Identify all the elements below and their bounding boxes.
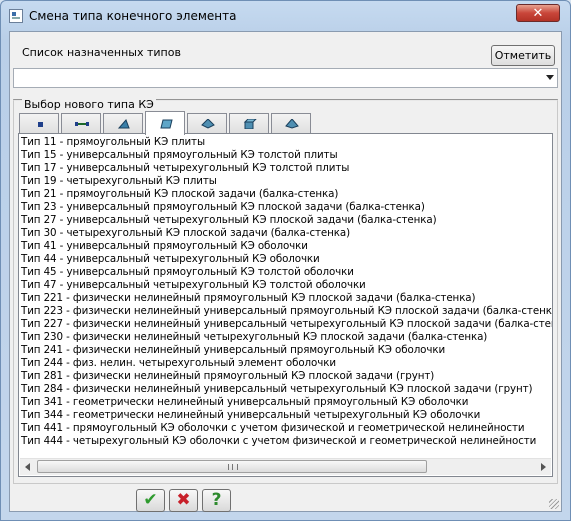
list-item[interactable]: Тип 30 - четырехугольный КЭ плоской зада… xyxy=(21,227,549,240)
grip-icon xyxy=(228,464,238,470)
tab-bar[interactable] xyxy=(61,113,101,133)
list-item[interactable]: Тип 41 - универсальный прямоугольный КЭ … xyxy=(21,240,549,253)
new-type-group-label: Выбор нового типа КЭ xyxy=(22,98,156,111)
scroll-right-icon[interactable] xyxy=(535,459,551,475)
list-item[interactable]: Тип 44 - универсальный четырехугольный К… xyxy=(21,253,549,266)
help-button[interactable]: ? xyxy=(202,489,231,512)
help-icon: ? xyxy=(211,490,222,510)
list-item[interactable]: Тип 284 - физически нелинейный универсал… xyxy=(21,383,549,396)
horizontal-scrollbar[interactable] xyxy=(20,458,551,475)
pyramid-solid-icon xyxy=(201,119,215,129)
list-item[interactable]: Тип 23 - универсальный прямоугольный КЭ … xyxy=(21,201,549,214)
tab-tetrahedron[interactable] xyxy=(271,113,311,133)
tab-node[interactable] xyxy=(19,113,59,133)
checkmark-icon: ✔ xyxy=(143,490,158,510)
scrollbar-thumb[interactable] xyxy=(37,460,427,473)
list-item[interactable]: Тип 244 - физ. нелин. четырехугольный эл… xyxy=(21,357,549,370)
element-types-listbox[interactable]: Тип 11 - прямоугольный КЭ плиты Тип 15 - … xyxy=(18,133,553,477)
list-item[interactable]: Тип 230 - физически нелинейный четырехуг… xyxy=(21,331,549,344)
assigned-types-combobox[interactable] xyxy=(13,68,558,88)
cube-solid-icon xyxy=(243,119,257,129)
scroll-left-icon[interactable] xyxy=(20,459,36,475)
bar-icon xyxy=(75,122,89,126)
triangle-plate-icon xyxy=(117,119,130,129)
list-item[interactable]: Тип 11 - прямоугольный КЭ плиты xyxy=(21,136,549,149)
tab-cube[interactable] xyxy=(229,113,269,133)
list-item[interactable]: Тип 21 - прямоугольный КЭ плоской задачи… xyxy=(21,188,549,201)
list-item[interactable]: Тип 19 - четырехугольный КЭ плиты xyxy=(21,175,549,188)
app-window-icon xyxy=(9,9,23,23)
tab-quad[interactable] xyxy=(145,111,185,135)
list-item[interactable]: Тип 441 - прямоугольный КЭ оболочки с уч… xyxy=(21,422,549,435)
tab-triangle[interactable] xyxy=(103,113,143,133)
list-item[interactable]: Тип 241 - физически нелинейный универсал… xyxy=(21,344,549,357)
quad-plate-icon xyxy=(160,119,173,129)
assigned-types-label: Список назначенных типов xyxy=(22,46,181,59)
list-item[interactable]: Тип 341 - геометрически нелинейный униве… xyxy=(21,396,549,409)
list-item[interactable]: Тип 15 - универсальный прямоугольный КЭ … xyxy=(21,149,549,162)
list-item[interactable]: Тип 45 - универсальный прямоугольный КЭ … xyxy=(21,266,549,279)
chevron-down-icon[interactable] xyxy=(546,75,554,80)
list-item[interactable]: Тип 344 - геометрически нелинейный униве… xyxy=(21,409,549,422)
unmark-button[interactable]: Отметить xyxy=(491,45,555,66)
title-bar[interactable]: Смена типа конечного элемента ✕ xyxy=(1,1,570,31)
close-button[interactable]: ✕ xyxy=(516,4,560,22)
list-item[interactable]: Тип 221 - физически нелинейный прямоугол… xyxy=(21,292,549,305)
list-item[interactable]: Тип 27 - универсальный четырехугольный К… xyxy=(21,214,549,227)
ok-button[interactable]: ✔ xyxy=(136,489,165,512)
list-item[interactable]: Тип 281 - физически нелинейный прямоугол… xyxy=(21,370,549,383)
tab-pyramid[interactable] xyxy=(187,113,227,133)
node-icon xyxy=(38,122,43,127)
cancel-button[interactable]: ✖ xyxy=(169,489,198,512)
list-item[interactable]: Тип 227 - физически нелинейный универсал… xyxy=(21,318,552,331)
resize-grip-icon[interactable] xyxy=(549,499,559,509)
list-item[interactable]: Тип 223 - физически нелинейный универсал… xyxy=(21,305,552,318)
dialog-client-area: Список назначенных типов Отметить Выбор … xyxy=(9,31,562,512)
list-item[interactable]: Тип 17 - универсальный четырехугольный К… xyxy=(21,162,549,175)
window-title: Смена типа конечного элемента xyxy=(29,9,237,23)
list-item[interactable]: Тип 47 - универсальный четырехугольный К… xyxy=(21,279,549,292)
list-item[interactable]: Тип 444 - четырехугольный КЭ оболочки с … xyxy=(21,435,549,448)
element-types-list: Тип 11 - прямоугольный КЭ плиты Тип 15 - … xyxy=(21,136,552,448)
tetrahedron-solid-icon xyxy=(285,119,299,129)
cross-icon: ✖ xyxy=(176,490,191,510)
dialog-window: Смена типа конечного элемента ✕ Список н… xyxy=(0,0,571,521)
